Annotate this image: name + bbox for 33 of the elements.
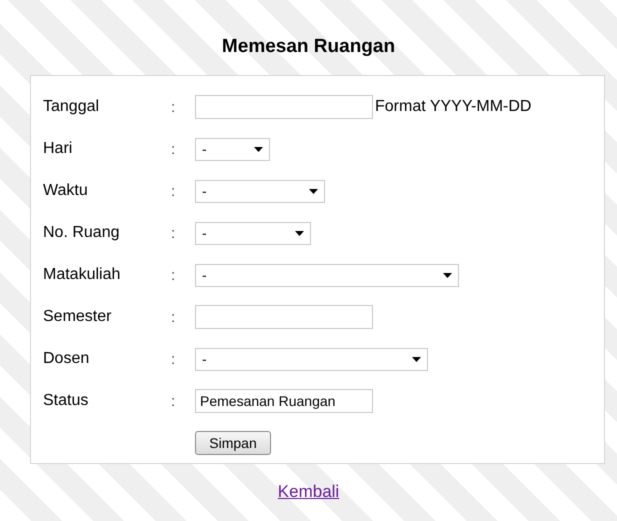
field-label: Waktu	[43, 182, 89, 200]
caret-icon	[295, 230, 304, 236]
colon-separator: :	[171, 224, 176, 242]
caret-icon	[254, 146, 263, 152]
colon-separator: :	[171, 392, 176, 410]
input-field[interactable]	[195, 95, 373, 119]
colon-separator: :	[171, 266, 176, 284]
colon-separator: :	[171, 140, 176, 158]
field-label: Hari	[43, 140, 74, 158]
dropdown[interactable]: -	[195, 180, 325, 202]
field-label: No. Ruang	[43, 224, 120, 242]
colon-separator: :	[171, 350, 176, 368]
colon-separator: :	[171, 98, 176, 116]
caret-icon	[443, 272, 452, 278]
field-label: Matakuliah	[43, 266, 122, 284]
dropdown[interactable]: -	[195, 264, 459, 286]
dropdown[interactable]: -	[195, 222, 311, 244]
input-field[interactable]: Pemesanan Ruangan	[195, 389, 373, 413]
save-button[interactable]: Simpan	[195, 431, 271, 455]
back-link[interactable]: Kembali	[278, 482, 340, 501]
colon-separator: :	[171, 308, 176, 326]
format-hint: Format YYYY-MM-DD	[375, 98, 532, 116]
colon-separator: :	[171, 182, 176, 200]
caret-icon	[309, 188, 318, 194]
input-field[interactable]	[195, 305, 373, 329]
field-label: Tanggal	[43, 98, 100, 116]
field-label: Semester	[43, 308, 112, 326]
field-label: Dosen	[43, 350, 90, 368]
caret-icon	[412, 356, 421, 362]
page-title: Memesan Ruangan	[220, 36, 396, 58]
field-label: Status	[43, 392, 90, 410]
dropdown[interactable]: -	[195, 138, 270, 160]
dropdown[interactable]: -	[195, 348, 428, 370]
